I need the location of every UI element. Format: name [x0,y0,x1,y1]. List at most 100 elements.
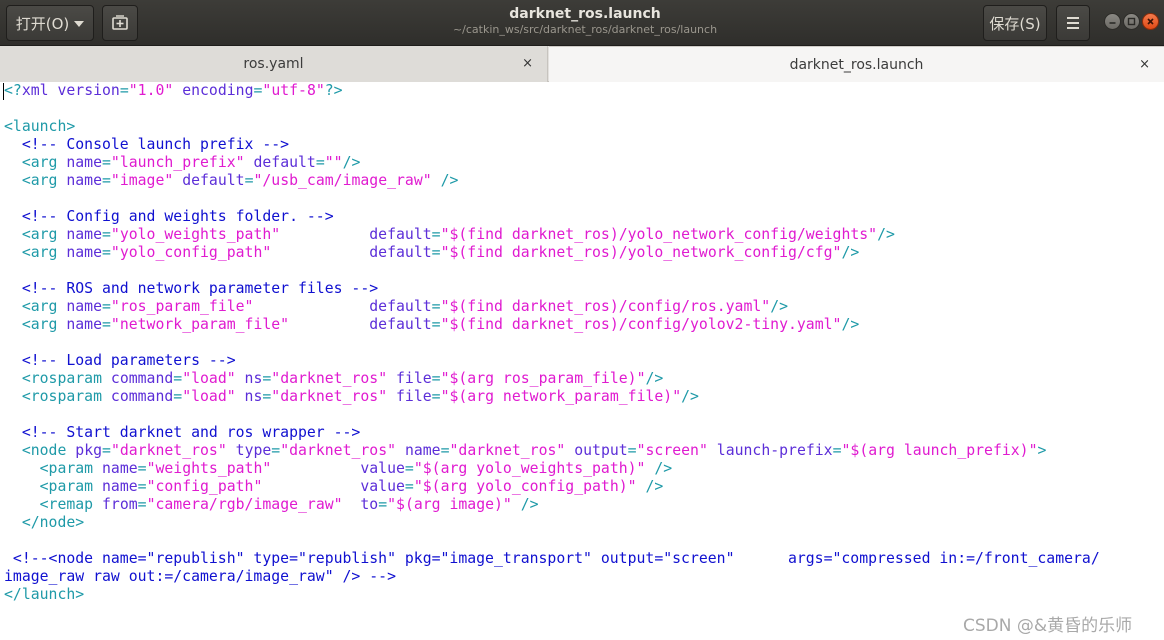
code-token: default [271,244,432,261]
code-token: "image" [110,172,174,189]
code-token: /> [681,388,699,405]
code-token: = [102,442,111,459]
code-token: </launch> [4,586,85,603]
code-token: = [404,478,414,495]
code-token: name [66,244,102,261]
code-token: "yolo_config_path" [110,244,272,261]
code-token: "$(find darknet_ros)/yolo_network_config… [440,244,842,261]
code-token: > [1037,442,1047,459]
window-title-block: darknet_ros.launch ~/catkin_ws/src/darkn… [380,6,790,37]
code-token: <rosparam [4,370,111,387]
code-token: "$(arg yolo_weights_path)" [413,460,646,477]
minimize-button[interactable] [1104,13,1121,30]
text-editor[interactable]: <?xml version="1.0" encoding="utf-8"?> <… [0,82,1164,640]
code-content: <?xml version="1.0" encoding="utf-8"?> <… [4,82,1100,604]
new-document-button[interactable] [102,5,138,41]
close-window-button[interactable] [1142,13,1159,30]
code-token: = [262,370,272,387]
code-token: "weights_path" [146,460,272,477]
code-line: <rosparam command="load" ns="darknet_ros… [4,370,664,387]
code-token: "$(arg network_param_file)" [440,388,682,405]
code-token: <remap [4,496,102,513]
code-token: = [431,370,441,387]
code-token: /> [431,172,459,189]
code-token: value [262,478,405,495]
code-line: <arg name="network_param_file" default="… [4,316,859,333]
tab-label: ros.yaml [243,56,304,72]
code-token: "darknet_ros" [110,442,227,459]
code-token: = [137,496,147,513]
code-token: name [66,298,102,315]
code-line: <!-- Start darknet and ros wrapper --> [4,424,361,441]
code-token: = [431,388,441,405]
code-token: = [102,244,111,261]
code-line: <param name="config_path" value="$(arg y… [4,478,664,495]
chevron-down-icon [74,21,85,27]
code-token: default [253,298,432,315]
menu-button[interactable] [1056,5,1090,41]
code-token: </node> [4,514,85,531]
code-line: <arg name="image" default="/usb_cam/imag… [4,172,459,189]
code-line: </launch> [4,586,84,603]
code-token: "$(arg image)" [387,496,512,513]
code-token: ns [235,370,263,387]
code-line: <!-- Config and weights folder. --> [4,208,334,225]
code-token: "$(arg yolo_config_path)" [413,478,637,495]
open-button[interactable]: 打开(O) [6,5,94,41]
code-token: command [110,370,174,387]
new-document-icon [112,15,128,30]
code-token: <node [4,442,76,459]
code-token: <arg [4,244,67,261]
code-token: "load" [182,388,236,405]
code-token: "camera/rgb/image_raw" [146,496,343,513]
code-token: "$(find darknet_ros)/config/yolov2-tiny.… [440,316,842,333]
code-token: <arg [4,226,67,243]
code-token: /> [841,244,860,261]
code-token: launch-prefix [707,442,833,459]
code-token: name [66,316,102,333]
close-tab-icon[interactable]: × [1139,57,1150,72]
tab-ros-yaml[interactable]: ros.yaml × [0,46,548,82]
code-token: <param [4,478,102,495]
code-token: "$(find darknet_ros)/yolo_network_config… [440,226,878,243]
code-token: = [431,226,441,243]
code-token: <arg [4,298,67,315]
save-label: 保存(S) [989,14,1041,33]
code-token: name [396,442,441,459]
open-label: 打开(O) [15,14,70,33]
code-token: ?> [324,82,343,99]
code-line: <param name="weights_path" value="$(arg … [4,460,673,477]
code-token: = [173,388,183,405]
code-token: <launch> [4,118,76,135]
code-token: default [289,316,432,333]
tab-label: darknet_ros.launch [789,56,924,73]
code-token: type [226,442,272,459]
tab-darknet-ros-launch[interactable]: darknet_ros.launch × [549,46,1164,82]
maximize-button[interactable] [1123,13,1140,30]
code-token: "$(find darknet_ros)/config/ros.yaml" [440,298,771,315]
code-line: <!-- Load parameters --> [4,352,236,369]
code-token: default [173,172,245,189]
code-token: <!-- Start darknet and ros wrapper --> [4,424,361,441]
code-token: name [66,226,102,243]
save-button[interactable]: 保存(S) [983,5,1047,41]
code-token: <param [4,460,102,477]
code-token: /> [770,298,789,315]
code-token: "screen" [636,442,708,459]
close-tab-icon[interactable]: × [522,56,533,71]
code-token: /> [877,226,895,243]
code-token: = [137,460,147,477]
code-token: ns [235,388,263,405]
code-token: name [66,154,102,171]
code-token: = [137,478,147,495]
code-line: <?xml version="1.0" encoding="utf-8"?> [4,82,343,99]
code-token: = [832,442,842,459]
code-line: </node> [4,514,84,531]
code-token: "network_param_file" [110,316,290,333]
close-icon [1147,18,1154,25]
code-token: "darknet_ros" [449,442,566,459]
code-token: version [57,82,120,99]
code-line: <remap from="camera/rgb/image_raw" to="$… [4,496,539,513]
maximize-icon [1127,17,1136,26]
code-token: "darknet_ros" [280,442,397,459]
